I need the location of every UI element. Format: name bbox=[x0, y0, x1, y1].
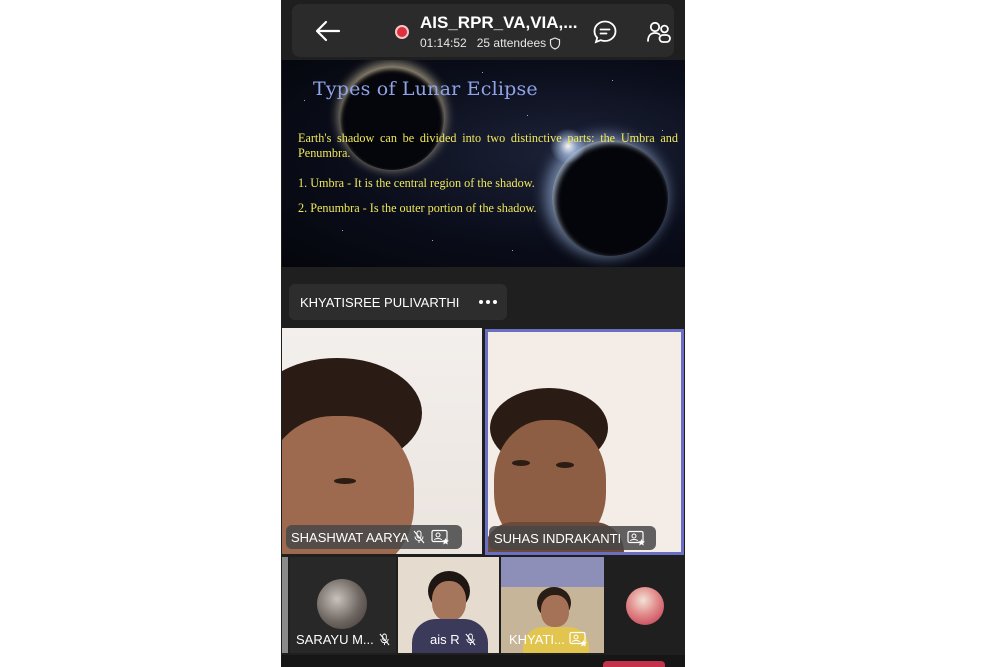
participant-label: SARAYU M... bbox=[296, 632, 390, 647]
video-tile-suhas[interactable]: SUHAS INDRAKANTI bbox=[485, 329, 684, 555]
avatar bbox=[317, 579, 367, 629]
spotlight-video-icon bbox=[569, 631, 587, 647]
back-arrow-icon[interactable] bbox=[314, 18, 342, 44]
participant-tile-avatar[interactable] bbox=[606, 557, 685, 653]
shared-slide[interactable]: Types of Lunar Eclipse Earth's shadow ca… bbox=[282, 60, 685, 267]
presenter-label: KHYATISREE PULIVARTHI bbox=[289, 284, 507, 320]
participant-tile-partial[interactable] bbox=[282, 557, 288, 653]
shield-icon bbox=[550, 36, 561, 50]
meeting-subtitle: 01:14:52 25 attendees bbox=[420, 36, 561, 50]
participant-name: SARAYU M... bbox=[296, 632, 374, 647]
mic-off-icon bbox=[465, 633, 476, 646]
participant-label: ais R bbox=[430, 632, 476, 647]
slide-item-penumbra: 2. Penumbra - Is the outer portion of th… bbox=[298, 201, 537, 215]
video-tile-shashwat[interactable]: SHASHWAT AARYA bbox=[282, 328, 482, 554]
slide-title: Types of Lunar Eclipse bbox=[313, 78, 538, 100]
participants-icon[interactable] bbox=[646, 19, 672, 45]
chat-icon[interactable] bbox=[592, 19, 618, 45]
teams-meeting-screen: AIS_RPR_VA,VIA,... 01:14:52 25 attendees bbox=[281, 0, 685, 667]
meeting-duration: 01:14:52 bbox=[420, 36, 467, 50]
meeting-header: AIS_RPR_VA,VIA,... 01:14:52 25 attendees bbox=[292, 4, 674, 57]
slide-item-umbra: 1. Umbra - It is the central region of t… bbox=[298, 176, 535, 190]
participant-name: SUHAS INDRAKANTI bbox=[494, 530, 622, 546]
leave-button-edge[interactable] bbox=[603, 661, 665, 667]
participant-tile-sarayu[interactable]: SARAYU M... bbox=[290, 557, 396, 653]
participant-face bbox=[432, 581, 466, 621]
avatar bbox=[626, 587, 664, 625]
participant-eye bbox=[556, 462, 574, 468]
participant-label: KHYATI... bbox=[509, 631, 588, 647]
participant-tile-ais-r[interactable]: ais R bbox=[398, 557, 499, 653]
attendee-count[interactable]: 25 attendees bbox=[477, 36, 546, 50]
slide-intro: Earth's shadow can be divided into two d… bbox=[298, 131, 678, 160]
spotlight-video-icon bbox=[431, 529, 449, 545]
mic-off-icon bbox=[379, 633, 390, 646]
participant-name: KHYATI... bbox=[509, 631, 565, 647]
participant-face bbox=[541, 595, 569, 627]
spotlight-video-icon bbox=[627, 530, 646, 546]
participant-name: ais R bbox=[430, 632, 460, 647]
participant-strip: SARAYU M... ais R KHYATI... bbox=[282, 557, 685, 655]
participant-eye bbox=[512, 460, 530, 466]
more-options-icon[interactable] bbox=[479, 300, 497, 305]
recording-dot-icon bbox=[395, 25, 409, 39]
participant-tile-khyati[interactable]: KHYATI... bbox=[501, 557, 604, 653]
participant-name-chip: SHASHWAT AARYA bbox=[286, 525, 462, 549]
participant-name: SHASHWAT AARYA bbox=[291, 529, 409, 545]
background-window bbox=[501, 557, 604, 587]
mic-off-icon bbox=[413, 530, 425, 544]
participant-eye bbox=[334, 478, 356, 484]
presenter-name: KHYATISREE PULIVARTHI bbox=[300, 295, 460, 310]
meeting-title[interactable]: AIS_RPR_VA,VIA,... bbox=[420, 13, 577, 33]
participant-name-chip: SUHAS INDRAKANTI bbox=[489, 526, 656, 550]
